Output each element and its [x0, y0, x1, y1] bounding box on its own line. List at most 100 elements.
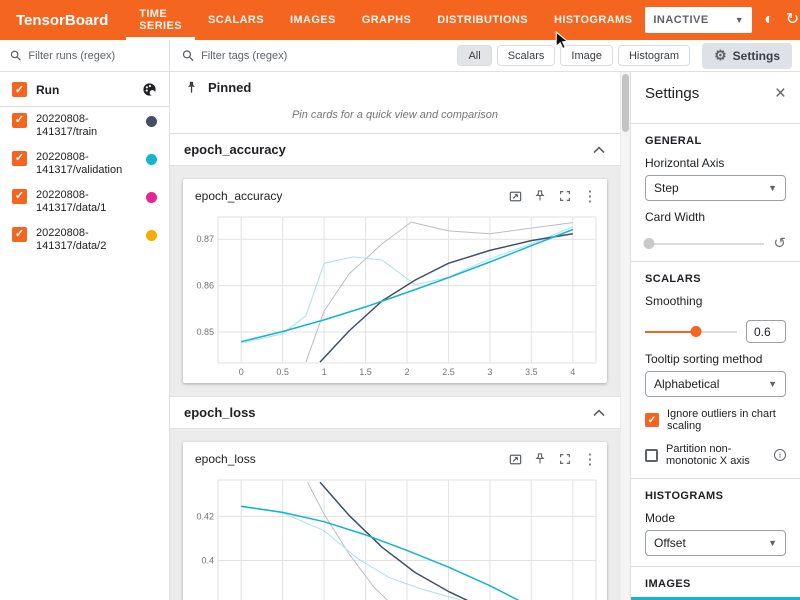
- card-region: epoch_loss: [170, 429, 620, 600]
- chevron-up-icon[interactable]: [592, 145, 606, 155]
- run-name: 20220808-141317/data/2: [36, 227, 137, 253]
- main-scrollbar[interactable]: [620, 72, 630, 600]
- chevron-down-icon: ▼: [735, 15, 744, 25]
- svg-text:0.5: 0.5: [276, 367, 289, 377]
- pinned-empty-hint: Pin cards for a quick view and compariso…: [170, 103, 620, 133]
- run-checkbox[interactable]: [12, 189, 27, 204]
- scrollbar-thumb[interactable]: [622, 74, 629, 132]
- tab-graphs[interactable]: GRAPHS: [349, 0, 424, 40]
- pin-card-icon[interactable]: [529, 186, 551, 206]
- section-header-epoch-accuracy[interactable]: epoch_accuracy: [170, 133, 620, 166]
- filter-chip-histogram[interactable]: Histogram: [618, 45, 690, 66]
- svg-text:2.5: 2.5: [442, 367, 455, 377]
- run-row-data-2[interactable]: 20220808-141317/data/2: [0, 221, 169, 259]
- svg-text:0: 0: [239, 367, 244, 377]
- svg-text:1: 1: [322, 367, 327, 377]
- tags-toolbar: All Scalars Image Histogram ⚙ Settings: [170, 40, 800, 72]
- runs-filter-input[interactable]: [28, 50, 159, 62]
- refresh-icon[interactable]: ↻: [786, 12, 799, 28]
- more-options-icon[interactable]: ⋮: [579, 449, 601, 469]
- run-name: 20220808-141317/train: [36, 113, 137, 139]
- svg-text:0.4: 0.4: [201, 556, 214, 566]
- tooltip-sorting-select[interactable]: Alphabetical ▼: [645, 371, 786, 397]
- tab-scalars[interactable]: SCALARS: [195, 0, 277, 40]
- search-icon: [182, 49, 194, 62]
- run-color-dot[interactable]: [146, 230, 157, 241]
- tags-filter-input[interactable]: [201, 50, 452, 62]
- search-icon: [10, 49, 21, 62]
- pin-icon: [184, 80, 199, 95]
- fit-domain-icon[interactable]: [504, 186, 526, 206]
- card-title: epoch_loss: [195, 452, 504, 466]
- run-row-validation[interactable]: 20220808-141317/validation: [0, 145, 169, 183]
- fit-domain-icon[interactable]: [504, 449, 526, 469]
- theme-toggle-icon[interactable]: ◐: [764, 12, 774, 28]
- svg-text:0.85: 0.85: [196, 327, 214, 337]
- smoothing-value-input[interactable]: 0.6: [746, 320, 786, 343]
- svg-text:0.42: 0.42: [196, 511, 214, 521]
- ignore-outliers-label: Ignore outliers in chart scaling: [667, 408, 786, 432]
- card-width-label: Card Width: [645, 210, 786, 224]
- settings-section-histograms: HISTOGRAMS: [645, 490, 786, 502]
- tooltip-sorting-label: Tooltip sorting method: [645, 352, 786, 366]
- svg-text:1.5: 1.5: [359, 367, 372, 377]
- run-row-train[interactable]: 20220808-141317/train: [0, 107, 169, 145]
- more-options-icon[interactable]: ⋮: [579, 186, 601, 206]
- scalar-card-epoch-accuracy: epoch_accuracy: [183, 179, 607, 383]
- run-checkbox[interactable]: [12, 113, 27, 128]
- tab-time-series[interactable]: TIME SERIES: [126, 0, 195, 40]
- pinned-title: Pinned: [208, 80, 251, 95]
- reload-status-select[interactable]: INACTIVE ▼: [645, 7, 752, 33]
- slider-thumb[interactable]: [643, 238, 654, 249]
- run-color-dot[interactable]: [146, 192, 157, 203]
- partition-x-axis-label: Partition non-monotonic X axis: [666, 443, 766, 467]
- run-checkbox[interactable]: [12, 227, 27, 242]
- epoch-loss-chart[interactable]: 00.511.522.533.540.360.380.40.42: [184, 474, 606, 600]
- partition-x-axis-checkbox[interactable]: [645, 449, 658, 462]
- slider-thumb[interactable]: [690, 326, 701, 337]
- run-color-dot[interactable]: [146, 116, 157, 127]
- divider: [631, 123, 800, 124]
- section-header-epoch-loss[interactable]: epoch_loss: [170, 396, 620, 429]
- svg-text:3: 3: [487, 367, 492, 377]
- ignore-outliers-checkbox[interactable]: [645, 413, 659, 427]
- info-icon[interactable]: i: [774, 449, 786, 461]
- header-actions: INACTIVE ▼ ◐ ↻ ⚙ ?: [645, 0, 800, 40]
- run-checkbox[interactable]: [12, 151, 27, 166]
- chevron-up-icon[interactable]: [592, 408, 606, 418]
- palette-icon: [142, 82, 157, 97]
- filter-chip-scalars[interactable]: Scalars: [497, 45, 556, 66]
- fullscreen-icon[interactable]: [554, 449, 576, 469]
- select-all-runs-checkbox[interactable]: [12, 82, 27, 97]
- tags-filter: [182, 49, 452, 62]
- svg-text:4: 4: [570, 367, 575, 377]
- filter-chip-all[interactable]: All: [457, 45, 491, 66]
- section-title: epoch_loss: [184, 405, 256, 420]
- runs-column-header: Run: [0, 72, 169, 107]
- smoothing-slider[interactable]: [645, 331, 737, 333]
- svg-text:2: 2: [404, 367, 409, 377]
- section-title: epoch_accuracy: [184, 142, 286, 157]
- tab-distributions[interactable]: DISTRIBUTIONS: [424, 0, 541, 40]
- card-width-slider[interactable]: [645, 243, 764, 245]
- pin-card-icon[interactable]: [529, 449, 551, 469]
- filter-chip-image[interactable]: Image: [560, 45, 613, 66]
- tab-images[interactable]: IMAGES: [277, 0, 349, 40]
- settings-button[interactable]: ⚙ Settings: [702, 43, 792, 69]
- run-color-dot[interactable]: [146, 154, 157, 165]
- tab-histograms[interactable]: HISTOGRAMS: [541, 0, 645, 40]
- close-icon[interactable]: ×: [775, 84, 786, 103]
- histogram-mode-select[interactable]: Offset ▼: [645, 530, 786, 556]
- horizontal-axis-value: Step: [654, 181, 679, 195]
- fullscreen-icon[interactable]: [554, 186, 576, 206]
- reset-icon[interactable]: ↺: [773, 236, 786, 251]
- horizontal-axis-select[interactable]: Step ▼: [645, 175, 786, 201]
- run-row-data-1[interactable]: 20220808-141317/data/1: [0, 183, 169, 221]
- dashboard: Pinned Pin cards for a quick view and co…: [170, 72, 620, 600]
- epoch-accuracy-chart[interactable]: 00.511.522.533.540.850.860.87: [184, 211, 606, 379]
- chevron-down-icon: ▼: [768, 538, 777, 548]
- histogram-mode-label: Mode: [645, 511, 786, 525]
- smoothing-label: Smoothing: [645, 294, 786, 308]
- runs-panel: Run 20220808-141317/train 20220808-14131…: [0, 40, 170, 600]
- reload-status-value: INACTIVE: [653, 14, 708, 26]
